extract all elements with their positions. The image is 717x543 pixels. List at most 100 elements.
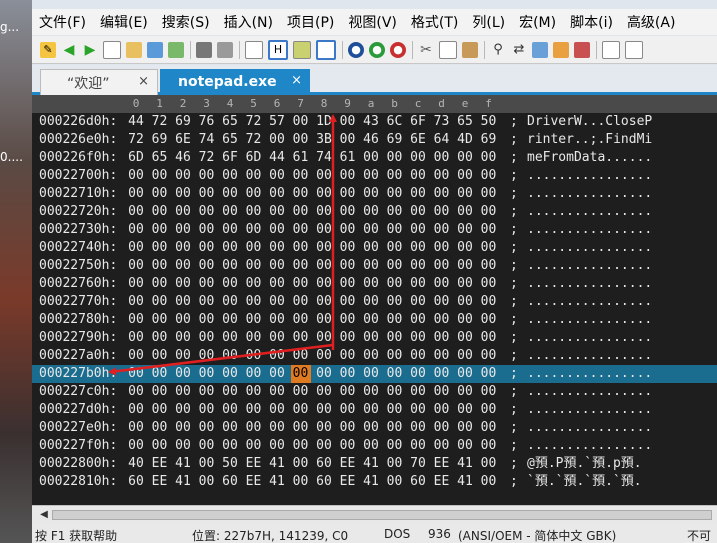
hex-byte[interactable]: 00 [314, 419, 334, 437]
hex-byte[interactable]: 00 [267, 329, 287, 347]
hex-row[interactable]: 00022790h: 00 00 00 00 00 00 00 00 00 00 00 00 00 00 00… [32, 329, 717, 347]
hex-byte[interactable]: 72 [244, 113, 264, 131]
hex-byte[interactable]: 00 [338, 383, 358, 401]
hex-byte[interactable]: 00 [126, 239, 146, 257]
hex-byte[interactable]: 00 [126, 383, 146, 401]
hex-byte[interactable]: 00 [479, 419, 499, 437]
hex-row[interactable]: 00022700h: 00 00 00 00 00 00 00 00 00 00 00 00 00 00 00… [32, 167, 717, 185]
hex-byte[interactable]: 00 [385, 311, 405, 329]
hex-byte[interactable]: 00 [291, 293, 311, 311]
hex-byte[interactable]: 61 [338, 149, 358, 167]
hex-byte[interactable]: 40 [126, 455, 146, 473]
hex-byte[interactable]: 00 [314, 329, 334, 347]
hex-byte[interactable]: 00 [408, 167, 428, 185]
hex-byte[interactable]: 00 [150, 437, 170, 455]
hex-byte[interactable]: 00 [244, 437, 264, 455]
ascii-text[interactable]: ................ [527, 437, 652, 455]
hex-byte[interactable]: 00 [244, 275, 264, 293]
hex-byte[interactable]: 00 [244, 401, 264, 419]
hex-byte[interactable]: 60 [220, 473, 240, 491]
hex-byte[interactable]: EE [432, 455, 452, 473]
menu-item[interactable]: 搜索(S) [155, 12, 217, 32]
table-icon[interactable] [553, 41, 569, 58]
hex-byte[interactable]: 00 [197, 311, 217, 329]
hex-byte[interactable]: 00 [385, 455, 405, 473]
hex-byte[interactable]: 00 [385, 329, 405, 347]
horizontal-scrollbar[interactable]: ◀ [32, 505, 717, 525]
browser-3-icon[interactable]: ● [390, 41, 406, 58]
hex-byte[interactable]: 00 [173, 311, 193, 329]
hex-byte[interactable]: 00 [267, 257, 287, 275]
hex-byte[interactable]: 00 [291, 239, 311, 257]
hex-byte[interactable]: 00 [220, 293, 240, 311]
hex-byte[interactable]: 00 [314, 275, 334, 293]
hex-byte[interactable]: 00 [126, 221, 146, 239]
hex-byte[interactable]: 00 [244, 419, 264, 437]
hex-byte[interactable]: 00 [385, 347, 405, 365]
hex-byte[interactable]: 76 [197, 113, 217, 131]
hex-byte[interactable]: 00 [150, 221, 170, 239]
hex-byte[interactable]: 00 [314, 365, 334, 383]
hex-byte[interactable]: 00 [150, 383, 170, 401]
properties-icon[interactable] [245, 40, 263, 59]
hex-byte[interactable]: 00 [479, 401, 499, 419]
hex-byte[interactable]: 00 [385, 167, 405, 185]
hex-byte[interactable]: 00 [455, 275, 475, 293]
hex-byte[interactable]: 41 [173, 473, 193, 491]
hex-byte[interactable]: 57 [267, 113, 287, 131]
menu-item[interactable]: 项目(P) [280, 12, 341, 32]
menu-item[interactable]: 编辑(E) [93, 12, 155, 32]
hex-byte[interactable]: 00 [197, 329, 217, 347]
hex-byte[interactable]: 00 [361, 203, 381, 221]
hex-byte[interactable]: 00 [220, 221, 240, 239]
hex-byte[interactable]: 00 [173, 419, 193, 437]
ascii-text[interactable]: ................ [527, 221, 652, 239]
hex-byte[interactable]: 00 [479, 221, 499, 239]
tab-welcome[interactable]: “欢迎” × [40, 69, 158, 95]
hex-byte[interactable]: 00 [338, 419, 358, 437]
hex-byte[interactable]: 00 [361, 365, 381, 383]
tab-notepad-exe[interactable]: notepad.exe × [160, 69, 310, 95]
hex-byte[interactable]: 00 [408, 185, 428, 203]
hex-byte[interactable]: 00 [455, 347, 475, 365]
ascii-text[interactable]: meFromData...... [527, 149, 652, 167]
hex-byte[interactable]: 00 [314, 347, 334, 365]
hex-byte[interactable]: 00 [267, 203, 287, 221]
hex-byte[interactable]: 00 [244, 203, 264, 221]
hex-byte[interactable]: 50 [220, 455, 240, 473]
hex-byte[interactable]: 00 [291, 311, 311, 329]
close-icon[interactable]: × [138, 74, 149, 89]
hex-byte[interactable]: 74 [314, 149, 334, 167]
hex-byte[interactable]: 46 [173, 149, 193, 167]
hex-byte[interactable]: 00 [197, 239, 217, 257]
hex-byte[interactable]: 00 [197, 473, 217, 491]
hex-byte[interactable]: 00 [267, 275, 287, 293]
hex-byte[interactable]: 00 [126, 257, 146, 275]
hex-byte[interactable]: 00 [385, 401, 405, 419]
hex-byte[interactable]: 00 [479, 473, 499, 491]
panel-icon[interactable] [625, 40, 643, 59]
hex-row[interactable]: 00022800h: 40 EE 41 00 50 EE 41 00 60 EE 41 00 70 EE 41… [32, 455, 717, 473]
hex-byte[interactable]: 41 [267, 473, 287, 491]
hex-byte[interactable]: 00 [267, 419, 287, 437]
hex-byte[interactable]: 00 [291, 401, 311, 419]
hex-row[interactable]: 000226e0h: 72 69 6E 74 65 72 00 00 3B 00 46 69 6E 64 4D… [32, 131, 717, 149]
hex-byte[interactable]: 00 [338, 311, 358, 329]
hex-byte[interactable]: 4D [455, 131, 475, 149]
hex-byte[interactable]: 00 [408, 239, 428, 257]
hex-byte[interactable]: 00 [479, 437, 499, 455]
hex-byte[interactable]: 00 [479, 329, 499, 347]
hex-byte[interactable]: 00 [150, 311, 170, 329]
hex-byte[interactable]: 00 [220, 275, 240, 293]
hex-byte[interactable]: 00 [197, 221, 217, 239]
hex-byte[interactable]: 00 [385, 365, 405, 383]
hex-byte[interactable]: 00 [197, 185, 217, 203]
hex-byte[interactable]: 00 [455, 401, 475, 419]
hex-byte[interactable]: 00 [126, 347, 146, 365]
hex-byte[interactable]: 00 [455, 239, 475, 257]
hex-byte[interactable]: 00 [408, 149, 428, 167]
hex-byte[interactable]: 00 [361, 239, 381, 257]
ascii-text[interactable]: ................ [527, 185, 652, 203]
hex-byte[interactable]: 00 [385, 275, 405, 293]
hex-byte[interactable]: 00 [220, 167, 240, 185]
